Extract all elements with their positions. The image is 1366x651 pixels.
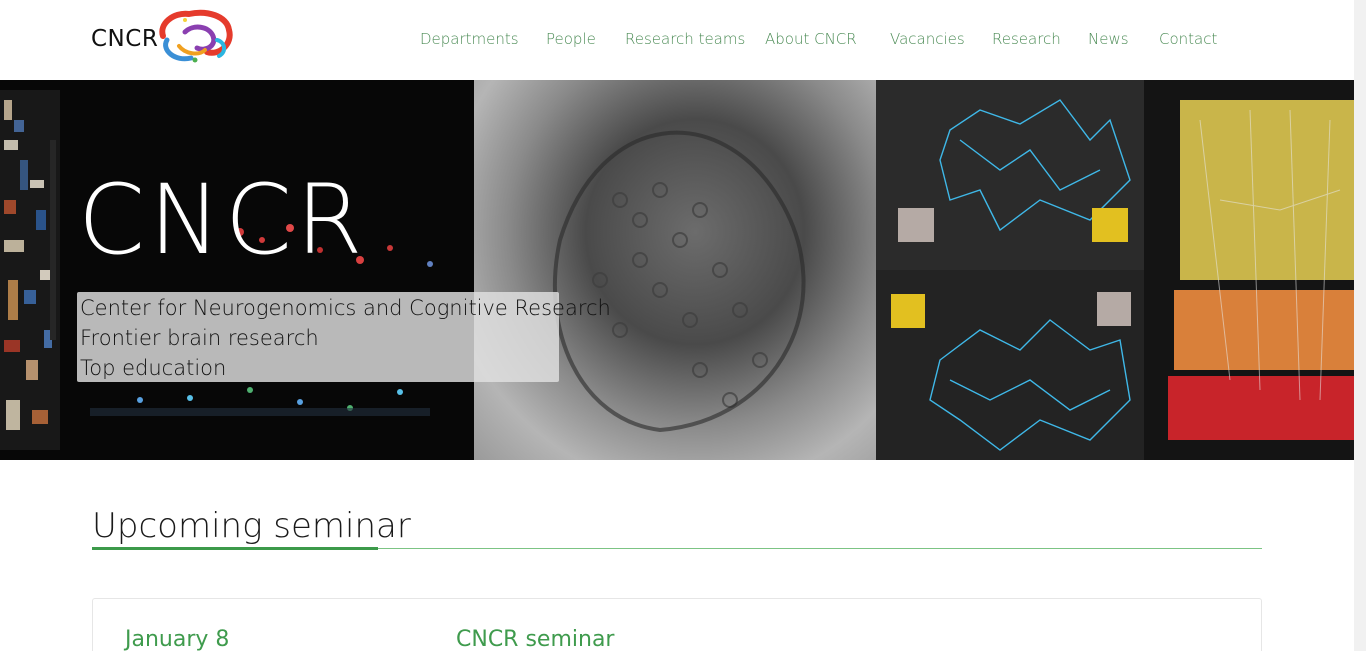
- logo-text: CNCR: [91, 26, 159, 52]
- nav-vacancies[interactable]: Vacancies: [890, 30, 965, 48]
- hero-tagline-box: Center for Neurogenomics and Cognitive R…: [77, 292, 611, 382]
- nav-about-cncr[interactable]: About CNCR: [765, 30, 857, 48]
- site-header: CNCR Departments People Research teams A…: [0, 0, 1354, 80]
- hero-tagline-1: Center for Neurogenomics and Cognitive R…: [80, 296, 611, 320]
- seminar-date: January 8: [125, 627, 230, 651]
- nav-contact[interactable]: Contact: [1159, 30, 1217, 48]
- section-divider-accent: [92, 547, 378, 550]
- seminar-title-link[interactable]: CNCR seminar: [456, 627, 614, 651]
- nav-research-teams[interactable]: Research teams: [625, 30, 745, 48]
- scrollbar-thumb[interactable]: [1356, 2, 1364, 302]
- nav-people[interactable]: People: [546, 30, 596, 48]
- nav-departments[interactable]: Departments: [420, 30, 519, 48]
- hero-banner: CNCR Center for Neurogenomics and Cognit…: [0, 80, 1354, 460]
- nav-research[interactable]: Research: [992, 30, 1061, 48]
- seminar-card[interactable]: January 8 CNCR seminar: [92, 598, 1262, 651]
- hero-tagline-2: Frontier brain research: [80, 326, 319, 350]
- page-scrollbar[interactable]: [1354, 0, 1366, 651]
- nav-news[interactable]: News: [1088, 30, 1129, 48]
- cncr-logo-link[interactable]: CNCR: [91, 6, 241, 68]
- hero-title: CNCR: [78, 164, 367, 276]
- brain-logo-icon: [159, 9, 233, 63]
- hero-tagline-3: Top education: [80, 356, 227, 380]
- section-title-upcoming-seminar: Upcoming seminar: [92, 506, 411, 546]
